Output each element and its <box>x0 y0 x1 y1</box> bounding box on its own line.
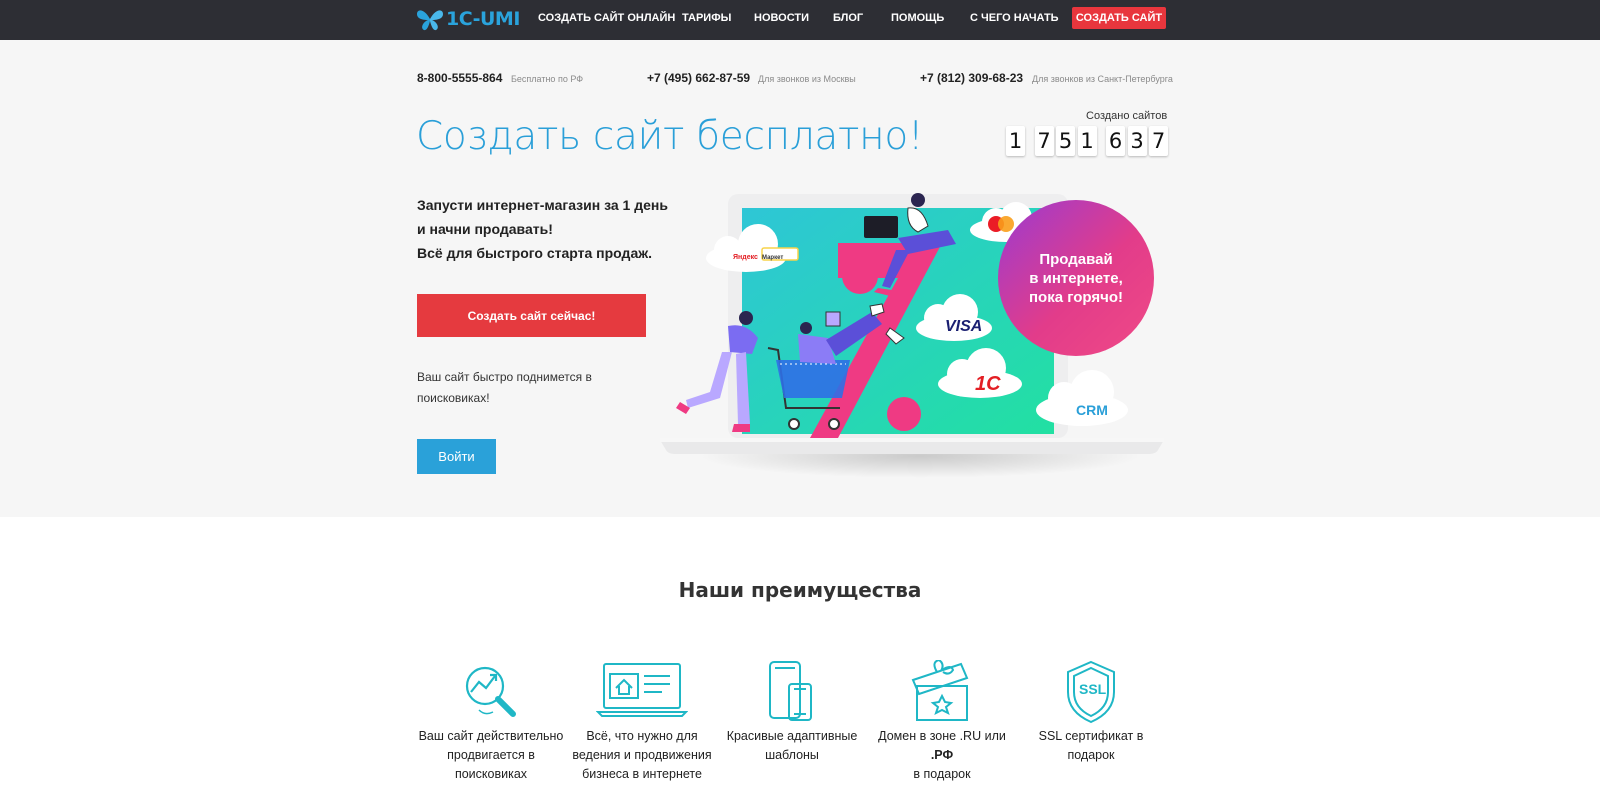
phone-moscow-note: Для звонков из Москвы <box>758 74 856 84</box>
advantage-line: поисковиках <box>454 767 528 781</box>
advantage-line: Красивые адаптивные <box>726 729 858 743</box>
seo-note-line: поисковиках! <box>417 391 490 405</box>
visa-logo: VISA <box>945 318 983 335</box>
advantage-tools <box>567 660 717 720</box>
promo-line: Продавай <box>1039 250 1113 268</box>
advantage-seo <box>416 660 566 724</box>
advantage-ssl-text: SSL сертификат в подарок <box>1016 727 1166 765</box>
hero-lead-line: Запусти интернет-магазин за 1 день <box>417 197 668 213</box>
nav-item-tariffs[interactable]: ТАРИФЫ <box>682 12 731 24</box>
logo-text: 1C-UMI <box>446 8 520 30</box>
advantage-line: шаблоны <box>765 748 819 762</box>
phone-free-note: Бесплатно по РФ <box>511 74 584 84</box>
nav-item-help[interactable]: ПОМОЩЬ <box>891 12 944 24</box>
advantage-domain-text: Домен в зоне .RU или .РФ в подарок <box>867 727 1017 784</box>
promo-line: пока горячо! <box>1028 288 1124 306</box>
advantage-line: Ваш сайт действительно <box>418 729 564 743</box>
counter-digit: 1 <box>1006 126 1025 156</box>
advantage-line: .РФ <box>930 748 954 762</box>
laptop-store-icon <box>596 663 688 717</box>
nav-item-blog[interactable]: БЛОГ <box>833 12 863 24</box>
advantage-line: Всё, что нужно для <box>586 729 698 743</box>
counter-digit: 1 <box>1077 126 1097 156</box>
top-navbar: 1C-UMI СОЗДАТЬ САЙТ ОНЛАЙН ТАРИФЫ НОВОСТ… <box>0 0 1600 40</box>
yandex-label: Яндекс <box>733 254 758 261</box>
advantage-line: SSL сертификат в <box>1038 729 1144 743</box>
nav-item-create-online[interactable]: СОЗДАТЬ САЙТ ОНЛАЙН <box>538 12 675 24</box>
advantage-seo-text: Ваш сайт действительно продвигается в по… <box>416 727 566 784</box>
butterfly-logo-icon <box>417 10 443 31</box>
site-logo[interactable]: 1C-UMI <box>416 5 520 33</box>
nav-item-news[interactable]: НОВОСТИ <box>754 12 809 24</box>
advantage-line: продвигается в <box>447 748 535 762</box>
advantage-line: ведения и продвижения <box>572 748 712 762</box>
advantage-line: в подарок <box>913 767 971 781</box>
market-label: Маркет <box>762 255 784 261</box>
advantage-tools-text: Всё, что нужно для ведения и продвижения… <box>567 727 717 784</box>
advantage-templates <box>717 660 867 722</box>
onec-logo: 1С <box>975 373 1001 395</box>
responsive-devices-icon <box>769 661 812 721</box>
advantage-line: бизнеса в интернете <box>582 767 702 781</box>
create-site-now-button[interactable]: Создать сайт сейчас! <box>417 294 646 337</box>
hero-title: Создать сайт бесплатно! <box>416 114 924 159</box>
seo-note-line: Ваш сайт быстро поднимется в <box>417 370 592 384</box>
sites-created-label: Создано сайтов <box>1086 110 1168 122</box>
counter-digit: 7 <box>1149 126 1168 156</box>
crm-label: CRM <box>1076 402 1108 418</box>
advantages-title: Наши преимущества <box>678 578 922 602</box>
ssl-badge-text: SSL <box>1079 681 1107 697</box>
phone-spb-note: Для звонков из Санкт-Петербурга <box>1032 74 1173 84</box>
advantage-line: подарок <box>1067 748 1115 762</box>
sites-created-counter: 1 7 5 1 6 3 7 <box>1006 126 1171 156</box>
counter-digit: 5 <box>1056 126 1075 156</box>
counter-digit: 7 <box>1034 126 1054 156</box>
advantage-domain <box>867 660 1017 722</box>
counter-digit: 6 <box>1106 126 1125 156</box>
counter-digit: 3 <box>1127 126 1147 156</box>
promo-circle-badge: Продавай в интернете, пока горячо! <box>998 200 1154 356</box>
hero-lead-line: и начни продавать! <box>417 221 553 237</box>
hero-lead-line: Всё для быстрого старта продаж. <box>417 245 653 261</box>
nav-item-getting-started[interactable]: С ЧЕГО НАЧАТЬ <box>970 12 1059 24</box>
nav-create-site-button[interactable]: СОЗДАТЬ САЙТ <box>1072 7 1166 29</box>
promo-line: в интернете, <box>1029 269 1123 287</box>
phone-free[interactable]: 8-800-5555-864 <box>417 71 502 85</box>
phone-spb[interactable]: +7 (812) 309-68-23 <box>920 71 1023 85</box>
gift-box-icon <box>911 660 969 721</box>
phone-moscow[interactable]: +7 (495) 662-87-59 <box>647 71 750 85</box>
seo-magnifier-icon <box>465 666 516 717</box>
advantage-templates-text: Красивые адаптивные шаблоны <box>717 727 867 765</box>
advantage-line: Домен в зоне .RU или <box>878 729 1006 743</box>
login-button[interactable]: Войти <box>417 439 496 474</box>
